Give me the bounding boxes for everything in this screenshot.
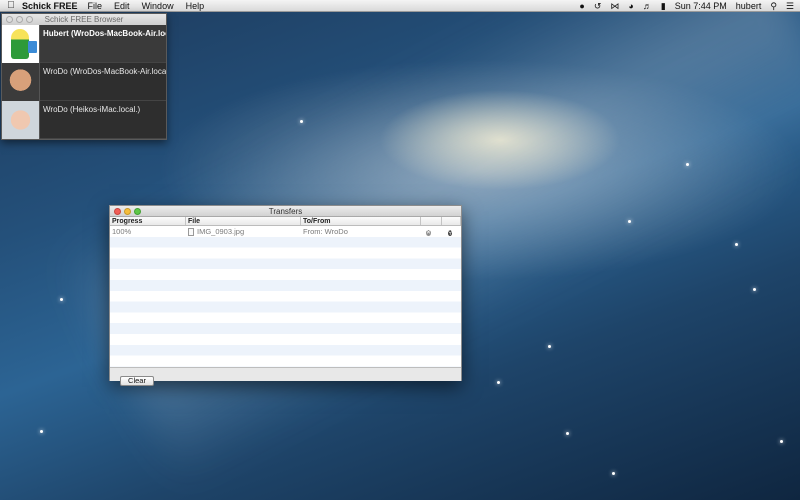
column-header-progress[interactable]: Progress [110,217,186,225]
peer-item[interactable]: WroDo (Heikos-iMac.local.) [2,101,166,139]
peer-name: WroDo (Heikos-iMac.local.) [43,105,141,114]
star [612,472,615,475]
stop-cell: ✕ [421,227,442,237]
star [548,345,551,348]
transfers-window: Transfers Progress File To/From 100% IMG… [109,205,462,386]
document-icon [188,227,194,236]
peer-name: Hubert (WroDos-MacBook-Air.local) [43,29,166,38]
apple-icon[interactable]:  [0,0,22,11]
bluetooth-icon[interactable]: ⋈ [610,0,619,12]
menu-help[interactable]: Help [186,1,205,11]
star [40,430,43,433]
transfers-footer: Clear [110,367,461,386]
menu-clock[interactable]: Sun 7:44 PM [675,1,727,11]
column-header-reveal[interactable] [442,217,461,225]
menu-file[interactable]: File [88,1,103,11]
file-cell: IMG_0903.jpg [186,227,301,236]
column-header-tofrom[interactable]: To/From [301,217,421,225]
table-header: Progress File To/From [110,217,461,226]
transfers-title: Transfers [268,206,303,216]
browser-window: Schick FREE Browser Hubert (WroDos-MacBo… [1,13,167,140]
browser-titlebar[interactable]: Schick FREE Browser [2,14,166,25]
battery-icon[interactable]: ▮ [661,0,666,12]
clear-button[interactable]: Clear [120,376,154,386]
menu-window[interactable]: Window [142,1,174,11]
transfers-titlebar[interactable]: Transfers [110,206,461,217]
star [497,381,500,384]
mug-icon [28,41,37,53]
volume-icon[interactable]: ♬ [643,0,652,12]
progress-cell: 100% [112,227,132,236]
notification-center-icon[interactable]: ☰ [786,0,794,12]
star [686,163,689,166]
spotlight-icon[interactable]: ⚲ [770,0,777,12]
avatar [2,63,40,101]
cartoon-figure-icon [11,29,29,59]
star [300,120,303,123]
peer-item[interactable]: Hubert (WroDos-MacBook-Air.local) [2,25,166,63]
avatar [2,101,40,139]
star [566,432,569,435]
reveal-cell: ⚲ [442,227,461,237]
star [628,220,631,223]
time-machine-icon[interactable]: ↺ [594,0,602,12]
column-header-stop[interactable] [421,217,442,225]
menu-edit[interactable]: Edit [114,1,130,11]
star [753,288,756,291]
stop-transfer-icon[interactable]: ✕ [426,229,432,236]
transfers-table: 100% IMG_0903.jpg From: WroDo ✕ ⚲ [110,226,461,367]
menu-app-name[interactable]: Schick FREE [22,1,78,11]
peer-item[interactable]: WroDo (WroDos-MacBook-Air.local) [2,63,166,101]
star [780,440,783,443]
tofrom-cell: From: WroDo [303,227,348,236]
table-row[interactable]: 100% IMG_0903.jpg From: WroDo ✕ ⚲ [110,226,461,237]
star [735,243,738,246]
magnifier-icon[interactable]: ⚲ [448,229,453,236]
menu-extras: ● ↺ ⋈ ◕ ♬ ▮ Sun 7:44 PM hubert ⚲ ☰ [579,0,800,12]
menu-user[interactable]: hubert [736,1,762,11]
file-name: IMG_0903.jpg [197,227,245,236]
avatar [2,25,40,63]
column-header-file[interactable]: File [186,217,301,225]
star [60,298,63,301]
peer-name: WroDo (WroDos-MacBook-Air.local) [43,67,166,76]
notification-icon[interactable]: ● [579,0,584,12]
wifi-icon[interactable]: ◕ [628,0,633,12]
browser-title: Schick FREE Browser [44,15,124,24]
menu-bar:  Schick FREE File Edit Window Help ● ↺ … [0,0,800,12]
